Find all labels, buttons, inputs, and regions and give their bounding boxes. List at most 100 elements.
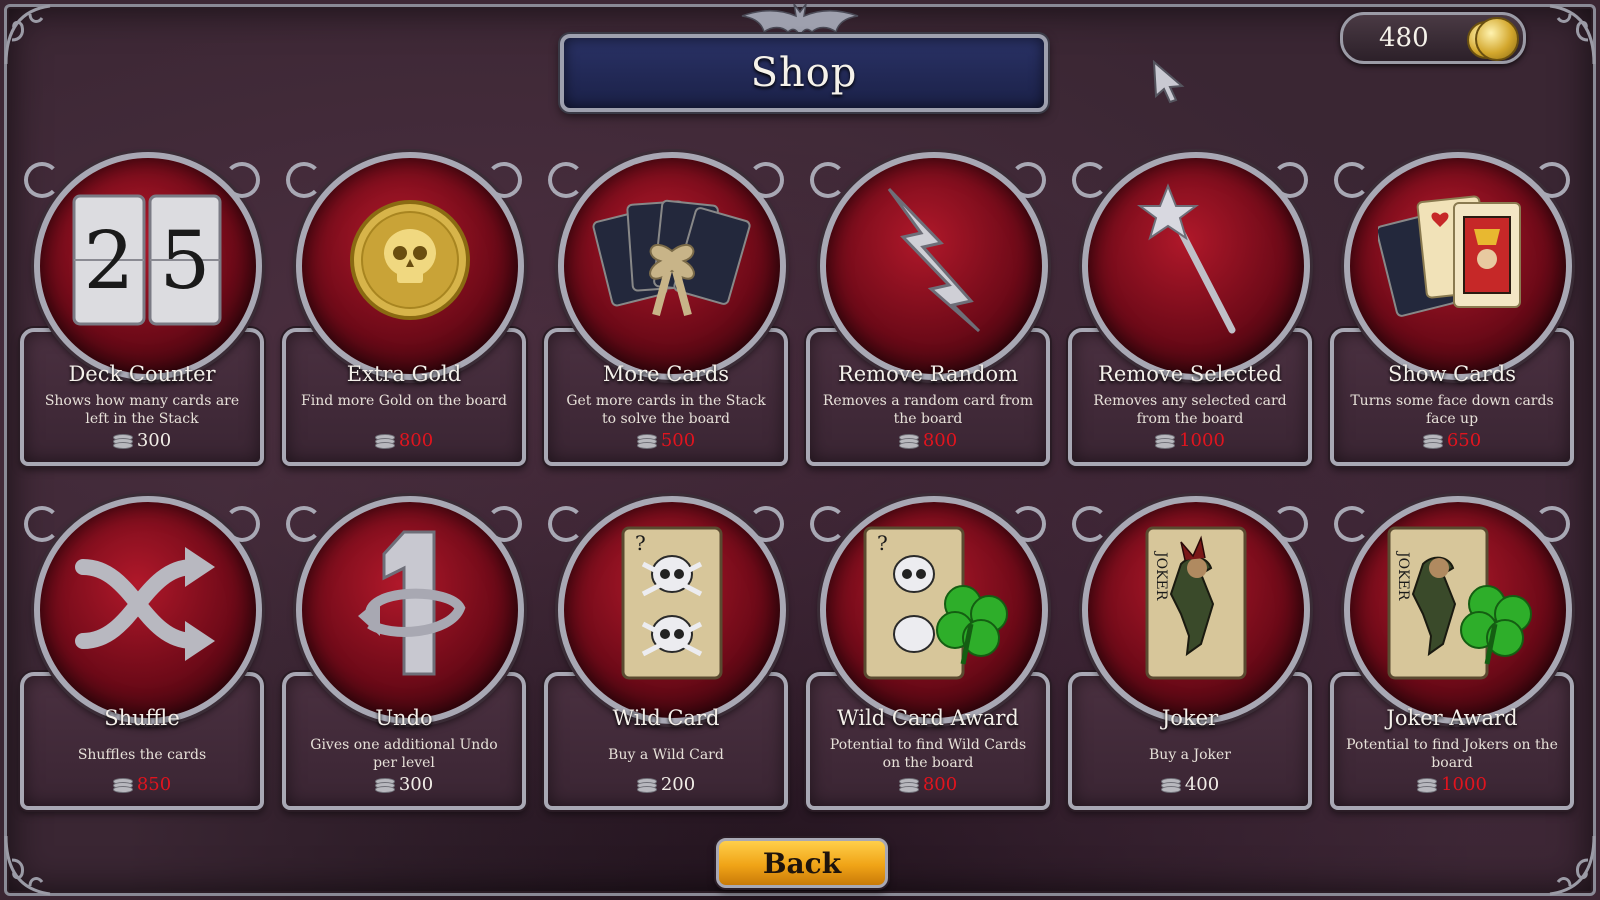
corner-ornament-icon: [0, 830, 70, 900]
shop-item-remove-selected[interactable]: Remove Selected Removes any selected car…: [1068, 152, 1312, 466]
item-price-value: 1000: [1441, 774, 1487, 795]
undo-icon: [296, 496, 524, 712]
shop-item-undo[interactable]: Undo Gives one additional Undo per level…: [282, 496, 526, 810]
coin-stack-icon: [1422, 433, 1443, 449]
mouse-cursor-icon: [1152, 60, 1185, 104]
item-price: 500: [544, 430, 788, 451]
item-description: Potential to find Wild Cards on the boar…: [829, 737, 1027, 771]
magic-wand-icon: [1082, 152, 1310, 368]
coin-stack-icon: [374, 433, 395, 449]
shop-item-wild-card[interactable]: ? Wild Card Buy a Wild Card 200: [544, 496, 788, 810]
page-title: Shop: [750, 50, 858, 96]
back-button-label: Back: [762, 846, 842, 880]
item-price: 300: [20, 430, 264, 451]
item-price: 850: [20, 774, 264, 795]
coin-stack-icon: [112, 433, 133, 449]
lightning-icon: [820, 152, 1048, 368]
gift-cards-icon: [558, 152, 786, 368]
item-price: 1000: [1330, 774, 1574, 795]
svg-text:?: ?: [635, 531, 646, 555]
item-description: Buy a Wild Card: [608, 747, 724, 763]
item-description: Get more cards in the Stack to solve the…: [566, 393, 766, 427]
title-plate: Shop: [560, 34, 1048, 112]
counter-digit-2: 5: [160, 214, 211, 307]
item-name: Show Cards: [1387, 362, 1517, 386]
item-price: 400: [1068, 774, 1312, 795]
coin-stack-icon: [374, 777, 395, 793]
item-price-value: 800: [398, 430, 434, 451]
corner-ornament-icon: [0, 0, 70, 70]
shop-item-extra-gold[interactable]: Extra Gold Find more Gold on the board 8…: [282, 152, 526, 466]
wild-card-clover-icon: ?: [820, 496, 1048, 712]
item-description: Gives one additional Undo per level: [310, 737, 498, 771]
item-price-value: 1000: [1179, 430, 1225, 451]
gold-counter: 480: [1340, 12, 1526, 64]
shop-item-remove-random[interactable]: Remove Random Removes a random card from…: [806, 152, 1050, 466]
shop-item-wild-card-award[interactable]: ? Wild Card Award Potential to find Wild…: [806, 496, 1050, 810]
wild-card-icon: ?: [558, 496, 786, 712]
coin-stack-icon: [636, 433, 657, 449]
coin-stack-icon: [1160, 777, 1181, 793]
item-name: Deck Counter: [68, 362, 216, 386]
item-description: Shuffles the cards: [77, 747, 207, 763]
shop-item-shuffle[interactable]: Shuffle Shuffles the cards 850: [20, 496, 264, 810]
item-price-value: 300: [136, 430, 172, 451]
shop-item-more-cards[interactable]: More Cards Get more cards in the Stack t…: [544, 152, 788, 466]
coin-stack-icon: [898, 777, 919, 793]
item-description: Turns some face down cards face up: [1350, 393, 1554, 427]
item-name: Wild Card Award: [837, 706, 1019, 730]
gold-amount: 480: [1379, 23, 1429, 53]
item-description: Find more Gold on the board: [301, 393, 507, 409]
item-price: 800: [806, 430, 1050, 451]
item-name: Undo: [375, 706, 433, 730]
counter-digit-1: 2: [84, 214, 135, 307]
joker-card-icon: JOKER: [1082, 496, 1310, 712]
item-price-value: 650: [1446, 430, 1482, 451]
item-name: More Cards: [602, 362, 730, 386]
coin-stack-icon: [636, 777, 657, 793]
item-name: Remove Random: [837, 362, 1019, 386]
item-name: Remove Selected: [1098, 362, 1282, 386]
svg-text:JOKER: JOKER: [1153, 550, 1169, 601]
item-description: Potential to find Jokers on the board: [1346, 737, 1558, 771]
shop-item-show-cards[interactable]: Show Cards Turns some face down cards fa…: [1330, 152, 1574, 466]
item-price-value: 500: [660, 430, 696, 451]
item-description: Removes a random card from the board: [822, 393, 1034, 427]
item-name: Shuffle: [104, 706, 180, 730]
coin-stack-icon: [112, 777, 133, 793]
item-price: 300: [282, 774, 526, 795]
svg-text:JOKER: JOKER: [1395, 550, 1411, 601]
gold-coin-icon: [1475, 17, 1519, 61]
skull-coin-icon: [296, 152, 524, 368]
shop-item-deck-counter[interactable]: 2 5 Deck Counter Shows how many cards ar…: [20, 152, 264, 466]
item-name: Wild Card: [612, 706, 720, 730]
item-description: Shows how many cards are left in the Sta…: [44, 393, 240, 427]
corner-ornament-icon: [1530, 830, 1600, 900]
coin-stack-icon: [1417, 777, 1438, 793]
item-price: 1000: [1068, 430, 1312, 451]
coin-stack-icon: [1155, 433, 1176, 449]
item-price-value: 200: [660, 774, 696, 795]
back-button[interactable]: Back: [716, 838, 888, 888]
item-price-value: 800: [922, 774, 958, 795]
item-price: 650: [1330, 430, 1574, 451]
shop-item-joker-award[interactable]: JOKER Joker Award Potential to find Joke…: [1330, 496, 1574, 810]
face-up-cards-icon: [1344, 152, 1572, 368]
item-price-value: 300: [398, 774, 434, 795]
item-description: Removes any selected card from the board: [1093, 393, 1287, 427]
joker-clover-icon: JOKER: [1344, 496, 1572, 712]
item-price: 200: [544, 774, 788, 795]
item-name: Joker Award: [1386, 706, 1518, 730]
item-name: Joker: [1161, 706, 1219, 730]
shop-item-joker[interactable]: JOKER Joker Buy a Joker 400: [1068, 496, 1312, 810]
item-price-value: 850: [136, 774, 172, 795]
item-price-value: 400: [1184, 774, 1220, 795]
item-price-value: 800: [922, 430, 958, 451]
coin-stack-icon: [898, 433, 919, 449]
svg-text:?: ?: [877, 531, 888, 555]
item-description: Buy a Joker: [1149, 747, 1231, 763]
item-price: 800: [282, 430, 526, 451]
shuffle-icon: [34, 496, 262, 712]
item-name: Extra Gold: [346, 362, 462, 386]
item-price: 800: [806, 774, 1050, 795]
